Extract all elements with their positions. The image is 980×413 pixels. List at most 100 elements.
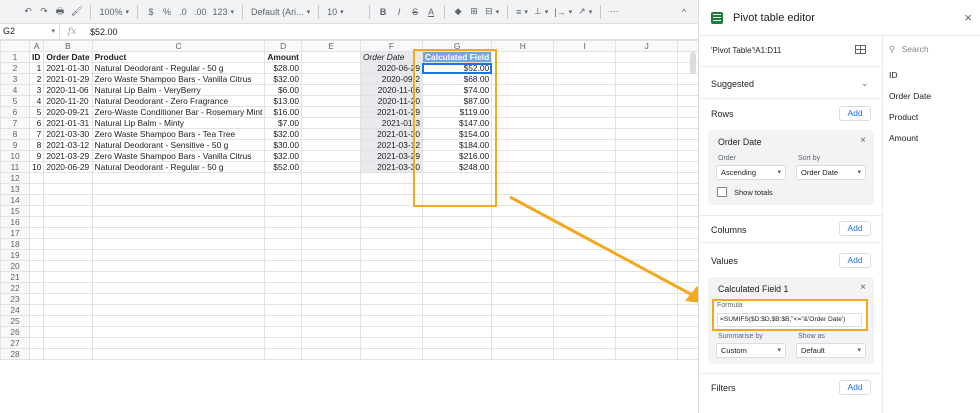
field-item-amount[interactable]: Amount: [889, 133, 918, 143]
strikethrough-button[interactable]: S: [407, 3, 423, 21]
cell[interactable]: [43, 183, 93, 195]
cell[interactable]: [421, 315, 493, 327]
cell[interactable]: [359, 227, 423, 239]
cell[interactable]: [300, 194, 361, 206]
cell[interactable]: Natural Lip Balm - Minty: [91, 117, 266, 129]
cell[interactable]: [264, 249, 302, 261]
cell[interactable]: 5: [28, 106, 45, 118]
cell[interactable]: [264, 282, 302, 294]
cell[interactable]: [615, 315, 679, 327]
cell[interactable]: [28, 216, 45, 228]
cell[interactable]: [91, 337, 266, 349]
italic-button[interactable]: I: [391, 3, 407, 21]
header-cell[interactable]: Order Date: [43, 51, 93, 63]
cell[interactable]: [359, 216, 423, 228]
cell[interactable]: [91, 205, 266, 217]
cell[interactable]: Zero Waste Shampoo Bars - Vanilla Citrus: [91, 73, 266, 85]
cell[interactable]: [491, 216, 555, 228]
cell[interactable]: [491, 150, 555, 162]
cell[interactable]: [43, 205, 93, 217]
cell[interactable]: $28.00: [264, 62, 302, 74]
cell[interactable]: [264, 227, 302, 239]
cell[interactable]: [300, 337, 361, 349]
cell[interactable]: [359, 249, 423, 261]
field-item-id[interactable]: ID: [889, 70, 898, 80]
cell[interactable]: [553, 95, 617, 107]
cell[interactable]: [300, 128, 361, 140]
cell[interactable]: [491, 172, 555, 184]
suggested-label[interactable]: Suggested: [711, 79, 754, 89]
horizontal-align-icon[interactable]: ≡: [513, 3, 531, 21]
cell[interactable]: [491, 293, 555, 305]
cell[interactable]: [553, 172, 617, 184]
cell[interactable]: [421, 337, 493, 349]
cell[interactable]: [300, 51, 361, 63]
cell[interactable]: [421, 348, 493, 360]
cell[interactable]: [491, 282, 555, 294]
cell[interactable]: [553, 139, 617, 151]
sort-by-select[interactable]: Order Date: [796, 165, 866, 180]
cell[interactable]: 4: [28, 95, 45, 107]
cell[interactable]: [553, 348, 617, 360]
cell[interactable]: 1: [28, 62, 45, 74]
cell[interactable]: [43, 337, 93, 349]
cell[interactable]: [300, 293, 361, 305]
cell[interactable]: [615, 128, 679, 140]
cell[interactable]: [43, 260, 93, 272]
more-icon[interactable]: ⋯: [606, 3, 622, 21]
cell[interactable]: [491, 337, 555, 349]
cell[interactable]: [43, 348, 93, 360]
cell[interactable]: [615, 139, 679, 151]
cell[interactable]: [91, 172, 266, 184]
row-header[interactable]: 5: [0, 95, 30, 107]
cell[interactable]: [553, 293, 617, 305]
cell[interactable]: [28, 194, 45, 206]
cell[interactable]: [491, 139, 555, 151]
cell[interactable]: [300, 326, 361, 338]
row-header[interactable]: 6: [0, 106, 30, 118]
cell[interactable]: [359, 260, 423, 272]
cell[interactable]: [28, 282, 45, 294]
cell[interactable]: Natural Deodorant - Sensitive - 50 g: [91, 139, 266, 151]
row-header[interactable]: 2: [0, 62, 30, 74]
cell[interactable]: [91, 326, 266, 338]
formula-input[interactable]: $52.00: [84, 27, 118, 37]
cell[interactable]: [615, 73, 679, 85]
cell[interactable]: [264, 194, 302, 206]
cell[interactable]: 6: [28, 117, 45, 129]
cell[interactable]: [553, 282, 617, 294]
redo-icon[interactable]: ↷: [36, 3, 52, 21]
cell[interactable]: [491, 227, 555, 239]
font-size-select[interactable]: 10: [324, 3, 364, 21]
cell[interactable]: Natural Lip Balm - VeryBerry: [91, 84, 266, 96]
cell[interactable]: [491, 205, 555, 217]
row-header[interactable]: 7: [0, 117, 30, 129]
cell[interactable]: [300, 348, 361, 360]
cell[interactable]: [615, 62, 679, 74]
cell[interactable]: [91, 183, 266, 195]
column-header-a[interactable]: A: [28, 40, 45, 52]
row-header[interactable]: 13: [0, 183, 30, 195]
cell[interactable]: [491, 161, 555, 173]
cell[interactable]: [91, 260, 266, 272]
vertical-align-icon[interactable]: ⊥: [531, 3, 551, 21]
cell[interactable]: [491, 194, 555, 206]
cell[interactable]: Zero Waste Shampoo Bars - Tea Tree: [91, 128, 266, 140]
cell[interactable]: [491, 238, 555, 250]
cell[interactable]: [553, 117, 617, 129]
cell[interactable]: [91, 315, 266, 327]
cell[interactable]: [553, 150, 617, 162]
row-header[interactable]: 23: [0, 293, 30, 305]
cell[interactable]: [300, 150, 361, 162]
cell[interactable]: 2021-01-31: [43, 117, 93, 129]
row-header[interactable]: 16: [0, 216, 30, 228]
name-box[interactable]: G2: [0, 24, 60, 39]
add-filters-button[interactable]: Add: [839, 380, 871, 395]
cell[interactable]: [264, 337, 302, 349]
column-header-b[interactable]: B: [43, 40, 93, 52]
cell[interactable]: [421, 238, 493, 250]
cell[interactable]: [615, 161, 679, 173]
column-header-j[interactable]: J: [615, 40, 679, 52]
cell[interactable]: [491, 315, 555, 327]
cell[interactable]: [300, 73, 361, 85]
